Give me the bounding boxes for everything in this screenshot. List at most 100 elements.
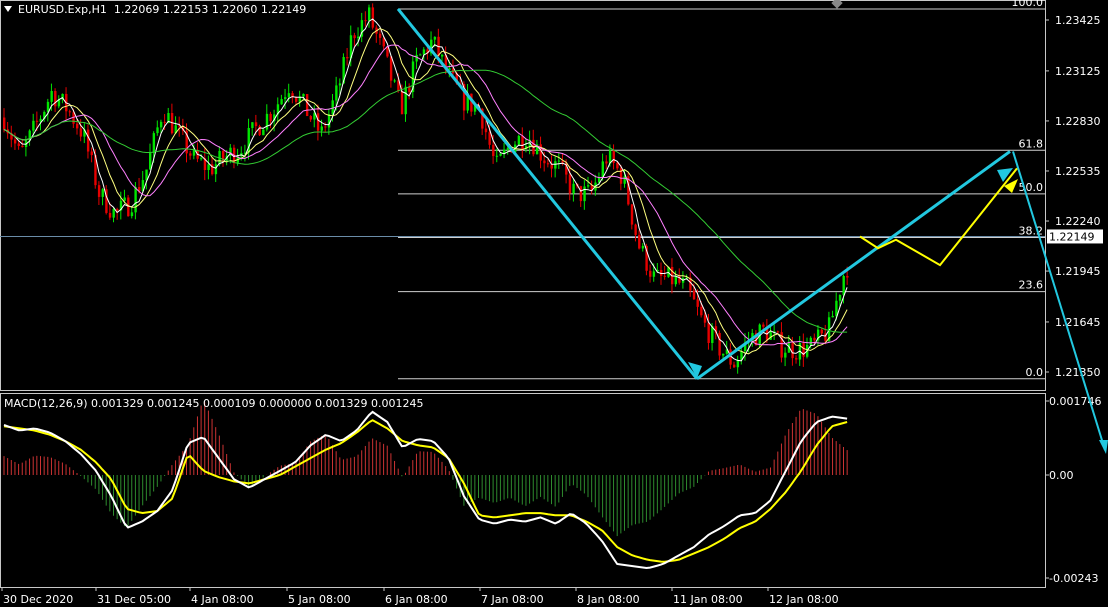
- candle-body: [722, 353, 725, 356]
- candle-body: [17, 143, 20, 146]
- symbol-menu-icon[interactable]: [4, 6, 12, 12]
- candle-body: [389, 56, 393, 81]
- candle-body: [419, 54, 422, 56]
- forecast-path: [859, 167, 1018, 267]
- candle-body: [612, 150, 615, 163]
- price-tick-label: 1.23425: [1055, 14, 1101, 27]
- candle-body: [623, 176, 626, 184]
- candle-body: [21, 145, 24, 148]
- candle-body: [572, 183, 575, 194]
- candle-body: [324, 126, 327, 128]
- candle-body: [652, 271, 656, 277]
- macd-histogram: [3, 402, 848, 537]
- candle-body: [265, 113, 269, 130]
- candle-body: [630, 204, 634, 225]
- candle-body: [331, 100, 334, 115]
- candle-body: [616, 162, 619, 169]
- candle-body: [846, 275, 849, 278]
- price-tick-label: 1.23125: [1055, 65, 1101, 78]
- candle-body: [309, 116, 312, 120]
- candle-body: [280, 99, 283, 105]
- candle-body: [835, 300, 838, 316]
- candle-body: [357, 36, 360, 39]
- candle-body: [378, 33, 382, 38]
- candle-body: [76, 123, 79, 129]
- candle-body: [269, 113, 272, 122]
- candle-body: [189, 153, 192, 156]
- candle-body: [838, 294, 842, 301]
- time-tick-label: 12 Jan 08:00: [769, 593, 839, 606]
- candle-body: [692, 290, 696, 300]
- candle-body: [400, 90, 404, 115]
- candle-body: [287, 93, 291, 98]
- candle-body: [641, 245, 645, 249]
- candle-body: [327, 114, 331, 128]
- candle-body: [433, 36, 437, 40]
- price-tick-label: 1.21350: [1055, 366, 1101, 379]
- candle-body: [546, 163, 550, 165]
- candle-body: [784, 352, 787, 358]
- time-tick-label: 31 Dec 05:00: [97, 593, 171, 606]
- candle-body: [554, 161, 557, 169]
- candle-body: [517, 135, 521, 145]
- fib-level-label: 23.6: [1019, 279, 1044, 292]
- candle-body: [112, 209, 115, 218]
- candle-body: [316, 113, 320, 131]
- candle-body: [152, 133, 156, 154]
- candle-body: [733, 364, 736, 368]
- ma-fast-line: [3, 18, 848, 362]
- candle-body: [101, 189, 104, 197]
- macd-label: MACD(12,26,9) 0.001329 0.001245 0.000109…: [4, 397, 424, 410]
- time-tick-label: 8 Jan 08:00: [577, 593, 640, 606]
- candle-body: [663, 275, 667, 277]
- candle-body: [521, 135, 524, 150]
- candle-body: [207, 164, 210, 170]
- macd-tick-label: 0.00: [1049, 469, 1074, 482]
- candle-body: [488, 132, 491, 145]
- price-tick-label: 1.21645: [1055, 316, 1101, 329]
- candle-body: [404, 86, 407, 115]
- time-tick-label: 30 Dec 2020: [3, 593, 73, 606]
- time-tick-label: 4 Jan 08:00: [191, 593, 254, 606]
- candle-body: [68, 111, 72, 113]
- time-tick-label: 11 Jan 08:00: [673, 593, 743, 606]
- candle-body: [251, 122, 254, 128]
- candle-body: [371, 7, 375, 28]
- ma-slow-line: [3, 44, 848, 346]
- chart-header: EURUSD.Exp,H1 1.22069 1.22153 1.22060 1.…: [4, 3, 306, 16]
- candle-body: [163, 121, 166, 123]
- macd-main-line: [3, 410, 848, 570]
- macd-signal-line: [3, 419, 848, 563]
- fib-level-label: 0.0: [1026, 366, 1044, 379]
- candle-body: [284, 97, 287, 100]
- time-tick-label: 5 Jan 08:00: [288, 593, 351, 606]
- candle-body: [707, 322, 710, 343]
- candle-body: [262, 129, 265, 136]
- candle-body: [130, 212, 134, 217]
- symbol-label: EURUSD.Exp,H1: [18, 3, 107, 16]
- candle-body: [638, 234, 641, 249]
- ohlc-values: 1.22069 1.22153 1.22060 1.22149: [113, 3, 307, 16]
- macd-tick-label: 0.001746: [1049, 395, 1102, 408]
- candle-body: [703, 315, 707, 323]
- chart-canvas: 1.23425 1.23125 1.22830 1.22535 1.22240 1.219…: [0, 0, 1108, 606]
- candle-body: [495, 155, 499, 157]
- candle-body: [776, 331, 780, 333]
- candle-body: [134, 186, 137, 213]
- ma-long-line: [3, 69, 848, 333]
- candle-body: [492, 144, 495, 157]
- candle-body: [634, 224, 637, 235]
- candle-body: [353, 35, 356, 39]
- candle-body: [214, 164, 218, 175]
- fib-level-label: 61.8: [1019, 137, 1044, 150]
- candle-body: [557, 160, 561, 162]
- price-tick-label: 1.22535: [1055, 165, 1101, 178]
- candles: [3, 3, 849, 374]
- candle-body: [842, 275, 845, 295]
- candle-body: [769, 332, 772, 340]
- ma-mid-line: [3, 28, 848, 355]
- candle-body: [718, 332, 721, 356]
- candle-body: [32, 120, 35, 131]
- candle-body: [13, 139, 17, 144]
- time-tick-label: 7 Jan 08:00: [481, 593, 544, 606]
